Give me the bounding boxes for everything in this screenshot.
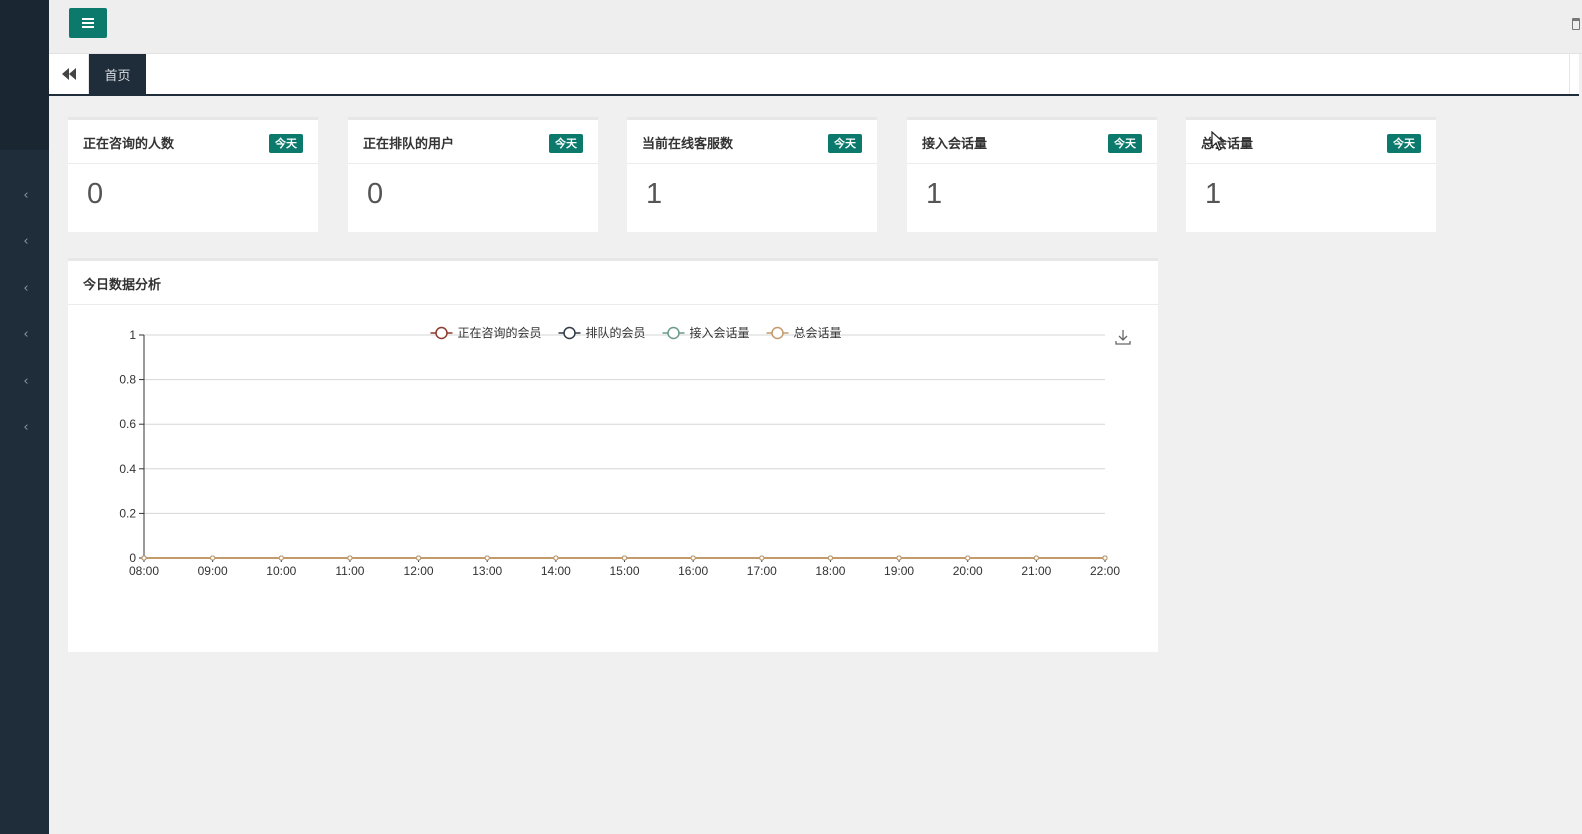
card-value: 1 — [1205, 178, 1222, 210]
x-tick-label: 22:00 — [1090, 564, 1120, 578]
x-tick-label: 08:00 — [129, 564, 159, 578]
stat-card-queue: 正在排队的用户 今天 0 — [348, 117, 598, 232]
sidebar: ‹ ‹ ‹ ‹ ‹ ‹ — [0, 0, 49, 834]
trash-icon[interactable] — [1572, 18, 1580, 30]
x-tick-label: 18:00 — [815, 564, 845, 578]
legend-label: 正在咨询的会员 — [458, 325, 542, 340]
data-point — [347, 555, 353, 561]
legend-marker — [667, 326, 680, 340]
legend-label: 总会话量 — [794, 326, 842, 340]
card-title: 总会话量 — [1201, 137, 1254, 152]
top-header — [49, 0, 1582, 54]
stat-card-online-agents: 当前在线客服数 今天 1 — [627, 117, 877, 232]
legend-marker — [435, 326, 448, 340]
y-tick-label: 0 — [129, 551, 136, 565]
tab-home-label: 首页 — [104, 68, 131, 84]
line-chart: 0 0.2 0.4 0.6 0.8 1 08:00 09:00 10:00 11:00 12:00 1… — [119, 325, 1131, 578]
data-point — [278, 555, 284, 561]
chevron-left-icon[interactable]: ‹ — [20, 189, 32, 203]
x-tick-label: 17:00 — [747, 564, 777, 578]
x-tick-label: 15:00 — [609, 564, 639, 578]
double-chevron-left-icon — [61, 68, 76, 80]
data-point — [690, 555, 696, 561]
data-point — [553, 555, 559, 561]
x-tick-label: 20:00 — [953, 564, 983, 578]
today-badge: 今天 — [549, 134, 583, 153]
tab-bar: 首页 — [49, 54, 1579, 96]
x-tick-label: 16:00 — [678, 564, 708, 578]
card-value: 0 — [87, 178, 104, 210]
x-tick-label: 10:00 — [266, 564, 296, 578]
data-point — [622, 555, 627, 561]
data-point — [896, 555, 902, 561]
chevron-left-icon[interactable]: ‹ — [20, 235, 32, 249]
card-title: 接入会话量 — [922, 137, 988, 152]
today-badge: 今天 — [828, 134, 862, 153]
card-header: 接入会话量 今天 — [907, 120, 1157, 164]
legend-marker — [563, 326, 576, 340]
x-tick-label: 13:00 — [472, 564, 502, 578]
data-point — [210, 555, 216, 561]
download-icon[interactable] — [1115, 330, 1131, 345]
x-tick-label: 12:00 — [404, 564, 434, 578]
card-title: 当前在线客服数 — [642, 137, 734, 152]
x-tick-label: 09:00 — [198, 564, 228, 578]
chevron-left-icon[interactable]: ‹ — [20, 421, 32, 435]
y-tick-label: 0.6 — [119, 417, 136, 431]
today-badge: 今天 — [269, 134, 303, 153]
card-value: 0 — [367, 178, 384, 210]
tab-home[interactable]: 首页 — [89, 54, 146, 94]
data-point — [827, 555, 833, 561]
mouse-cursor-icon — [1211, 131, 1225, 151]
data-point — [759, 555, 765, 561]
legend-label: 排队的会员 — [586, 325, 646, 340]
tab-scroll-left-button[interactable] — [49, 54, 89, 94]
today-badge: 今天 — [1108, 134, 1142, 153]
today-badge: 今天 — [1387, 134, 1421, 153]
x-tick-label: 14:00 — [541, 564, 571, 578]
y-tick-label: 1 — [129, 328, 136, 342]
chevron-left-icon[interactable]: ‹ — [20, 375, 32, 389]
x-tick-label: 11:00 — [335, 564, 364, 578]
tab-bar-end — [1569, 54, 1579, 94]
legend-marker — [771, 326, 784, 340]
card-value: 1 — [926, 178, 943, 210]
chevron-left-icon[interactable]: ‹ — [20, 328, 32, 342]
panel-title: 今日数据分析 — [83, 278, 162, 293]
y-tick-label: 0.4 — [119, 462, 136, 476]
menu-toggle-button[interactable] — [69, 8, 107, 38]
stat-card-consulting: 正在咨询的人数 今天 0 — [68, 117, 318, 232]
stat-card-accepted-sessions: 接入会话量 今天 1 — [907, 117, 1157, 232]
data-point — [965, 555, 971, 561]
card-header: 正在排队的用户 今天 — [348, 120, 598, 164]
y-tick-label: 0.2 — [119, 506, 136, 520]
x-tick-label: 21:00 — [1021, 564, 1051, 578]
data-point — [141, 555, 147, 561]
card-title: 正在咨询的人数 — [83, 137, 175, 152]
legend-label: 接入会话量 — [690, 325, 750, 340]
chevron-left-icon[interactable]: ‹ — [20, 282, 32, 296]
card-title: 正在排队的用户 — [363, 137, 455, 152]
x-tick-label: 19:00 — [884, 564, 914, 578]
sidebar-brand-area — [0, 0, 49, 150]
data-point — [484, 555, 490, 561]
data-point — [1102, 555, 1108, 561]
data-point — [1033, 555, 1039, 561]
today-analysis-panel: 今日数据分析 0 0.2 0.4 0.6 0.8 1 08:00 09:00 10:00 11:0… — [68, 258, 1158, 652]
card-value: 1 — [646, 178, 663, 210]
panel-header: 今日数据分析 — [68, 261, 1158, 305]
card-header: 正在咨询的人数 今天 — [68, 120, 318, 164]
data-point — [416, 555, 422, 561]
y-tick-label: 0.8 — [119, 373, 136, 387]
card-header: 当前在线客服数 今天 — [627, 120, 877, 164]
